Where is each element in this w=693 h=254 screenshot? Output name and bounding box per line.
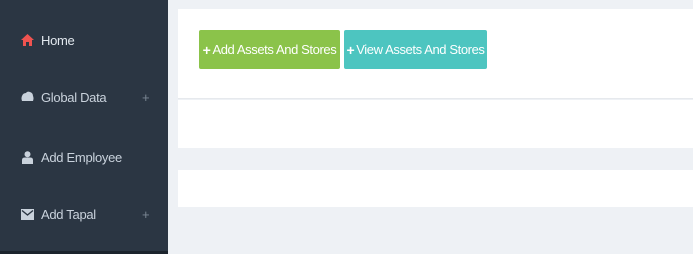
main-content: + Add Assets And Stores + View Assets An…	[168, 0, 693, 254]
sidebar-item-label: Add Tapal	[41, 206, 96, 222]
envelope-icon	[20, 207, 34, 221]
view-assets-button[interactable]: + View Assets And Stores	[344, 30, 487, 69]
sidebar-item-label: Global Data	[41, 89, 107, 105]
expand-icon[interactable]: +	[142, 90, 150, 105]
toolbar-panel: + Add Assets And Stores + View Assets An…	[178, 9, 693, 99]
user-icon	[20, 150, 34, 164]
sidebar-item-home[interactable]: Home	[0, 20, 168, 60]
view-assets-label: View Assets And Stores	[356, 42, 485, 57]
add-assets-button[interactable]: + Add Assets And Stores	[199, 30, 340, 69]
home-icon	[20, 33, 34, 47]
expand-icon[interactable]: +	[142, 207, 150, 222]
plus-icon: +	[346, 41, 355, 58]
content-panel	[178, 170, 693, 207]
sidebar-item-label: Add Employee	[41, 149, 122, 165]
sidebar-item-add-tapal[interactable]: Add Tapal +	[0, 194, 168, 234]
plus-icon: +	[202, 41, 211, 58]
sidebar-item-global-data[interactable]: Global Data +	[0, 77, 168, 117]
sidebar: Home Global Data + Add Employee Add Tapa…	[0, 0, 168, 254]
database-icon	[20, 90, 34, 104]
add-assets-label: Add Assets And Stores	[212, 42, 337, 57]
content-panel	[178, 100, 693, 148]
sidebar-item-label: Home	[41, 32, 75, 48]
sidebar-item-add-employee[interactable]: Add Employee	[0, 137, 168, 177]
